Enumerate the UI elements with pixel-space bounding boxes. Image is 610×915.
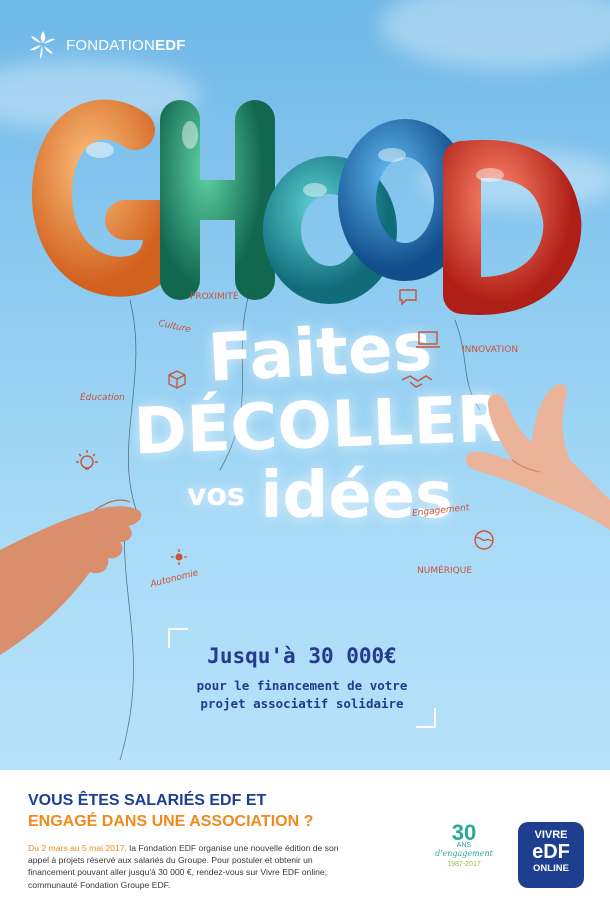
handshake-icon [401,375,433,388]
left-hand-illustration [0,499,142,655]
offer-line2: projet associatif solidaire [200,696,404,711]
doodle-innovation: INNOVATION [462,345,519,355]
headline-vos: vos [186,478,245,513]
lightbulb-icon [76,450,98,470]
box-icon [168,370,186,389]
footer: VOUS ÊTES SALARIÉS EDF ET ENGAGÉ DANS UN… [0,770,610,915]
vivre-line3: ONLINE [533,863,569,874]
laptop-icon [416,331,440,348]
vivre-line2: eDF [532,841,570,863]
offer-amount: Jusqu'à 30 000€ [207,644,397,668]
doodle-education: Éducation [80,393,125,403]
offer-box-corner [416,708,436,728]
offer-box: Jusqu'à 30 000€ pour le financement de v… [168,628,436,728]
footer-title-line2: ENGAGÉ DANS UNE ASSOCIATION ? [28,813,314,830]
badge-ans: ANS [456,842,472,849]
doodle-proximite: PROXIMITÉ [190,292,239,302]
badge-engagement: d'engagement [435,849,493,858]
badge-years: 1987-2017 [447,861,481,868]
headline-idees: idées [260,459,454,533]
footer-dates: Du 2 mars au 5 mai 2017, [28,843,127,853]
speech-bubble-icon [399,289,417,306]
vivre-line1: VIVRE [534,829,568,841]
badge-number: 30 [451,820,477,845]
vivre-edf-online-logo[interactable]: VIVRE eDF ONLINE [518,822,584,888]
footer-body: Du 2 mars au 5 mai 2017, la Fondation ED… [28,842,358,891]
offer-line1: pour le financement de votre [196,678,408,693]
poster-visual: FONDATIONEDF Faites DÉCOLLER vos idées P… [0,0,610,770]
right-hand-illustration [465,384,610,530]
sun-icon [171,549,187,565]
30-years-badge: 30 ANS d'engagement 1987-2017 [432,822,496,902]
footer-title-line1: VOUS ÊTES SALARIÉS EDF ET [28,792,267,809]
